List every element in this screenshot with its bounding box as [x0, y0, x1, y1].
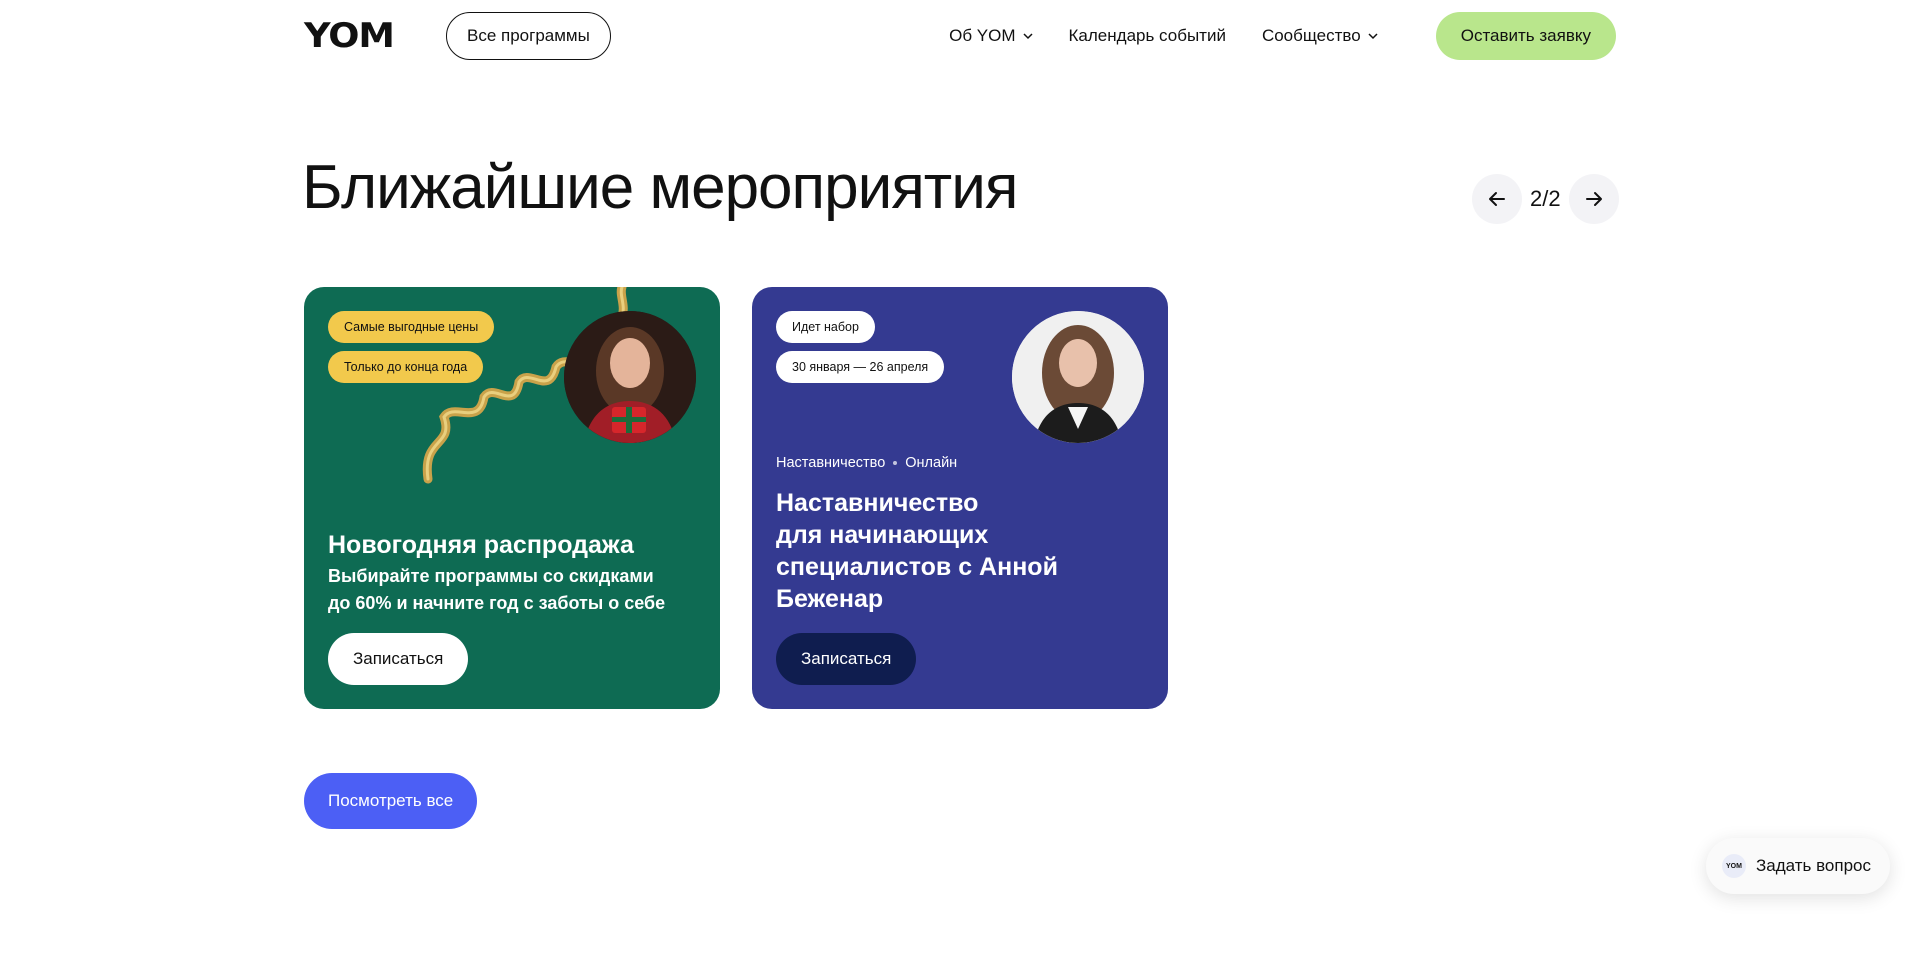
badge-until-year-end: Только до конца года: [328, 351, 484, 383]
event-card-sale[interactable]: Самые выгодные цены Только до конца года…: [304, 287, 720, 709]
page-title: Ближайшие мероприятия: [302, 153, 1018, 222]
site-header: YOM Все программы Об YOM Календарь событ…: [304, 12, 1616, 60]
badge-dates: 30 января — 26 апреля: [776, 351, 945, 383]
card-meta: Наставничество Онлайн: [776, 455, 957, 471]
arrow-right-icon: [1585, 192, 1602, 206]
card-subtitle-line: до 60% и начните год с заботы о себе: [328, 593, 666, 613]
arrow-left-icon: [1489, 192, 1505, 206]
badge-best-prices: Самые выгодные цены: [328, 311, 495, 343]
next-button[interactable]: [1568, 174, 1619, 224]
avatar: [1012, 311, 1144, 443]
nav-item-calendar[interactable]: Календарь событий: [1069, 26, 1226, 46]
ask-question-button[interactable]: YOM Задать вопрос: [1706, 838, 1890, 894]
card-title-line: Наставничество: [776, 489, 979, 517]
portrait-image: [1012, 311, 1144, 443]
carousel-pager: 2/2: [1472, 174, 1619, 224]
card-title: Новогодняя распродажа: [328, 531, 634, 559]
prev-button[interactable]: [1472, 174, 1522, 224]
signup-button[interactable]: Записаться: [776, 633, 917, 685]
apply-button[interactable]: Оставить заявку: [1435, 12, 1616, 60]
signup-button[interactable]: Записаться: [328, 633, 469, 685]
nav-item-about[interactable]: Об YOM: [949, 26, 1033, 46]
ask-question-label: Задать вопрос: [1756, 856, 1871, 875]
separator-dot: [893, 461, 898, 465]
card-title-line: специалистов с Анной: [776, 553, 1058, 581]
meta-category: Наставничество: [776, 455, 886, 471]
chevron-down-icon: [1368, 33, 1378, 40]
avatar: [564, 311, 696, 443]
pager-count: 2/2: [1530, 186, 1561, 211]
badge-enrollment-open: Идет набор: [776, 311, 875, 343]
event-card-mentoring[interactable]: Идет набор 30 января — 26 апреля Наставн…: [752, 287, 1168, 709]
main-nav: Об YOM Календарь событий Сообщество: [949, 12, 1378, 60]
nav-item-label: Сообщество: [1261, 26, 1361, 45]
nav-item-label: Календарь событий: [1068, 26, 1226, 45]
view-all-button[interactable]: Посмотреть все: [304, 773, 478, 829]
card-title-line: Беженар: [776, 585, 884, 613]
chat-logo-icon: YOM: [1722, 854, 1746, 878]
nav-item-community[interactable]: Сообщество: [1262, 26, 1378, 46]
portrait-image: [564, 311, 696, 443]
all-programs-button[interactable]: Все программы: [446, 12, 611, 60]
card-title-line: для начинающих: [776, 521, 989, 549]
chevron-down-icon: [1023, 33, 1033, 40]
meta-format: Онлайн: [905, 455, 958, 471]
card-subtitle-line: Выбирайте программы со скидками: [328, 566, 654, 586]
logo[interactable]: YOM: [304, 12, 408, 60]
nav-item-label: Об YOM: [949, 26, 1016, 45]
